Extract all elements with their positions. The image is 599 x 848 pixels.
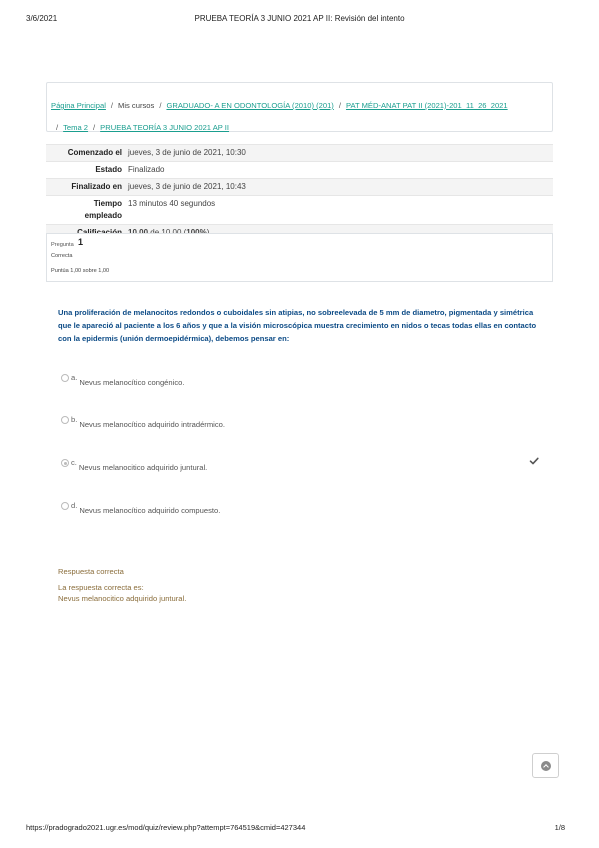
breadcrumb-quiz-link[interactable]: PRUEBA TEORÍA 3 JUNIO 2021 AP II bbox=[100, 123, 229, 132]
summary-value: jueves, 3 de junio de 2021, 10:43 bbox=[128, 178, 553, 196]
breadcrumb-separator: / bbox=[93, 123, 96, 132]
breadcrumb-separator: / bbox=[159, 101, 162, 110]
scroll-top-button[interactable] bbox=[532, 753, 559, 778]
summary-row-started: Comenzado el jueves, 3 de junio de 2021,… bbox=[46, 144, 553, 162]
print-title: PRUEBA TEORÍA 3 JUNIO 2021 AP II: Revisi… bbox=[194, 14, 405, 23]
radio-button[interactable] bbox=[61, 374, 69, 382]
option-text: Nevus melanocítico adquirido compuesto. bbox=[79, 506, 221, 515]
question-number: 1 bbox=[78, 237, 84, 247]
option-text: Nevus melanocítico adquirido intradérmic… bbox=[79, 420, 225, 429]
print-url: https://pradogrado2021.ugr.es/mod/quiz/r… bbox=[26, 823, 306, 832]
summary-label: Comenzado el bbox=[46, 144, 128, 162]
breadcrumb-my-courses: Mis cursos bbox=[118, 101, 155, 110]
summary-label-line: empleado bbox=[84, 211, 122, 220]
question-grade: Puntúa 1,00 sobre 1,00 bbox=[51, 268, 110, 274]
breadcrumb-separator: / bbox=[338, 101, 341, 110]
answer-feedback: Respuesta correcta La respuesta correcta… bbox=[58, 566, 186, 604]
radio-button[interactable] bbox=[61, 502, 69, 510]
breadcrumb-separator: / bbox=[110, 101, 114, 110]
summary-value: jueves, 3 de junio de 2021, 10:30 bbox=[128, 144, 553, 162]
option-letter: d. bbox=[71, 501, 78, 510]
question-state: Correcta bbox=[51, 253, 73, 259]
option-text: Nevus melanocitico adquirido juntural. bbox=[78, 463, 208, 472]
feedback-status: Respuesta correcta bbox=[58, 567, 124, 576]
summary-label-line: Tiempo bbox=[93, 199, 122, 208]
right-answer-text: Nevus melanocitico adquirido juntural. bbox=[58, 594, 187, 603]
question-text: Una proliferación de melanocitos redondo… bbox=[58, 308, 537, 343]
radio-button-selected[interactable] bbox=[61, 459, 69, 467]
summary-label: Tiempo empleado bbox=[46, 196, 128, 225]
breadcrumb-topic-link[interactable]: Tema 2 bbox=[63, 123, 88, 132]
summary-value: 13 minutos 40 segundos bbox=[128, 199, 216, 208]
breadcrumb-degree-link[interactable]: GRADUADO- A EN ODONTOLOGÍA (2010) (201) bbox=[166, 101, 333, 110]
print-page-number: 1/8 bbox=[554, 823, 565, 832]
attempt-summary-table: Comenzado el jueves, 3 de junio de 2021,… bbox=[46, 144, 553, 242]
option-letter: b. bbox=[71, 415, 78, 424]
question-info-box bbox=[46, 233, 553, 282]
option-letter: a. bbox=[71, 373, 78, 382]
answer-option-b[interactable]: b.Nevus melanocítico adquirido intradérm… bbox=[61, 415, 541, 430]
summary-label: Finalizado en bbox=[46, 178, 128, 196]
summary-row-time: Tiempo empleado 13 minutos 40 segundos bbox=[46, 195, 553, 225]
summary-label: Estado bbox=[95, 165, 122, 174]
right-answer-label: La respuesta correcta es: bbox=[58, 583, 144, 592]
summary-row-finished: Finalizado en jueves, 3 de junio de 2021… bbox=[46, 178, 553, 196]
breadcrumb: Página Principal / Mis cursos / GRADUADO- A … bbox=[46, 82, 553, 132]
arrow-up-icon bbox=[541, 761, 551, 771]
check-icon bbox=[529, 457, 539, 465]
radio-button[interactable] bbox=[61, 416, 69, 424]
summary-row-state: Estado Finalizado bbox=[46, 161, 553, 179]
breadcrumb-course-link[interactable]: PAT MÉD-ANAT PAT II (2021)-201_11_26_202… bbox=[346, 101, 508, 110]
option-letter: c. bbox=[71, 458, 77, 467]
option-text: Nevus melanocítico congénico. bbox=[79, 378, 185, 387]
question-number-label: Pregunta bbox=[51, 242, 74, 248]
breadcrumb-home-link[interactable]: Página Principal bbox=[51, 101, 106, 110]
summary-value: Finalizado bbox=[128, 165, 165, 174]
breadcrumb-separator: / bbox=[56, 123, 59, 132]
answer-option-c[interactable]: c.Nevus melanocitico adquirido juntural. bbox=[61, 458, 541, 473]
answer-option-a[interactable]: a.Nevus melanocítico congénico. bbox=[61, 373, 541, 388]
answer-option-d[interactable]: d.Nevus melanocítico adquirido compuesto… bbox=[61, 501, 541, 516]
